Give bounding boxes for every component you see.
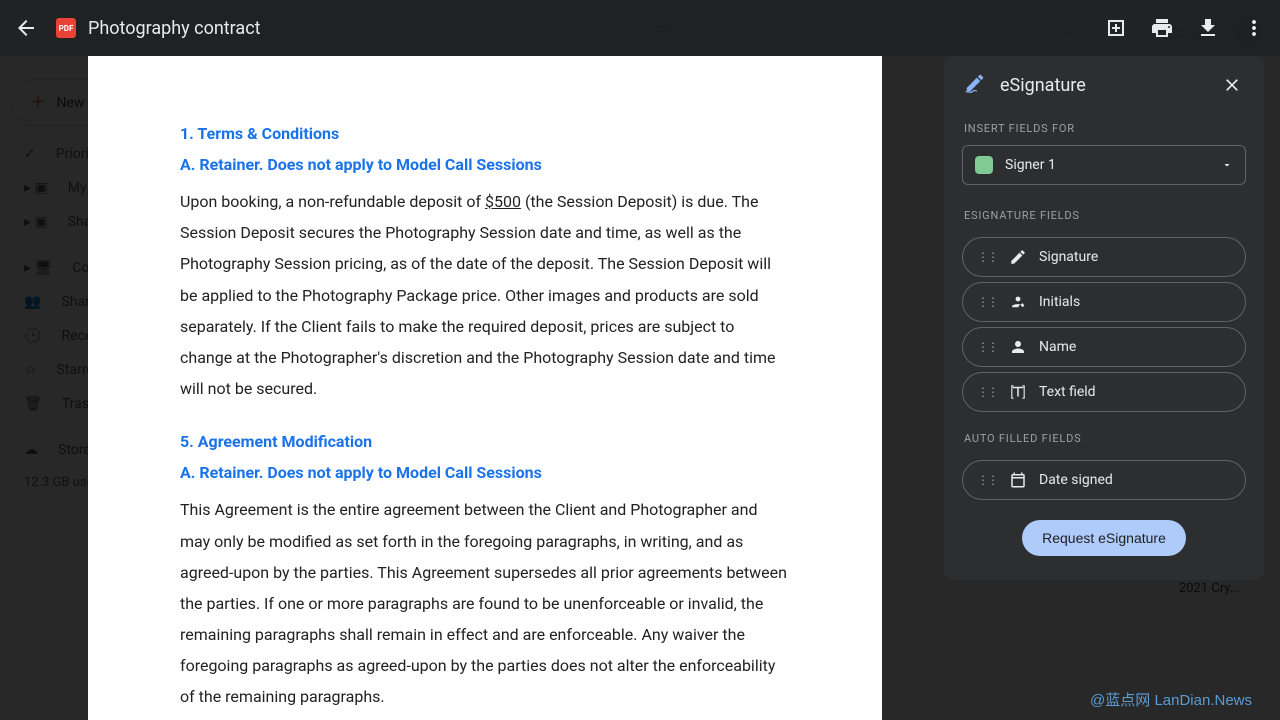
insert-fields-for-label: INSERT FIELDS FOR — [944, 112, 1264, 145]
drag-handle-icon: ⋮⋮ — [977, 295, 997, 309]
download-icon[interactable] — [1196, 16, 1220, 40]
panel-title: eSignature — [1000, 75, 1086, 96]
signer-dropdown[interactable]: Signer 1 — [962, 145, 1246, 185]
drag-handle-icon: ⋮⋮ — [977, 340, 997, 354]
viewer-topbar: PDF Photography contract — [0, 0, 1280, 56]
field-textfield[interactable]: ⋮⋮ Text field — [962, 372, 1246, 412]
initials-icon — [1009, 293, 1027, 311]
pdf-badge-icon: PDF — [56, 18, 76, 38]
request-esignature-button[interactable]: Request eSignature — [1022, 520, 1186, 556]
add-to-drive-icon[interactable] — [1104, 16, 1128, 40]
field-name[interactable]: ⋮⋮ Name — [962, 327, 1246, 367]
section-heading: 1. Terms & Conditions — [180, 124, 790, 143]
auto-filled-fields-label: AUTO FILLED FIELDS — [944, 422, 1264, 455]
subsection-heading: A. Retainer. Does not apply to Model Cal… — [180, 155, 790, 174]
field-initials[interactable]: ⋮⋮ Initials — [962, 282, 1246, 322]
text-field-icon — [1009, 383, 1027, 401]
more-icon[interactable] — [1242, 16, 1266, 40]
back-button[interactable] — [14, 16, 38, 40]
calendar-icon — [1009, 471, 1027, 489]
drag-handle-icon: ⋮⋮ — [977, 385, 997, 399]
esignature-icon — [964, 72, 986, 98]
signature-icon — [1009, 248, 1027, 266]
subsection-heading: A. Retainer. Does not apply to Model Cal… — [180, 463, 790, 482]
chevron-down-icon — [1221, 156, 1233, 175]
field-date-signed[interactable]: ⋮⋮ Date signed — [962, 460, 1246, 500]
document-page: 1. Terms & Conditions A. Retainer. Does … — [88, 56, 882, 720]
paragraph: Upon booking, a non-refundable deposit o… — [180, 186, 790, 404]
print-icon[interactable] — [1150, 16, 1174, 40]
drag-handle-icon: ⋮⋮ — [977, 473, 997, 487]
esignature-fields-label: ESIGNATURE FIELDS — [944, 199, 1264, 232]
paragraph: This Agreement is the entire agreement b… — [180, 494, 790, 712]
esignature-panel: eSignature INSERT FIELDS FOR Signer 1 ES… — [944, 56, 1264, 580]
close-button[interactable] — [1220, 73, 1244, 97]
field-signature[interactable]: ⋮⋮ Signature — [962, 237, 1246, 277]
document-title: Photography contract — [88, 18, 261, 39]
section-heading: 5. Agreement Modification — [180, 432, 790, 451]
signer-color-chip — [975, 156, 993, 174]
drag-handle-icon: ⋮⋮ — [977, 250, 997, 264]
person-icon — [1009, 338, 1027, 356]
watermark: @蓝点网 LanDian.News — [1090, 689, 1252, 710]
